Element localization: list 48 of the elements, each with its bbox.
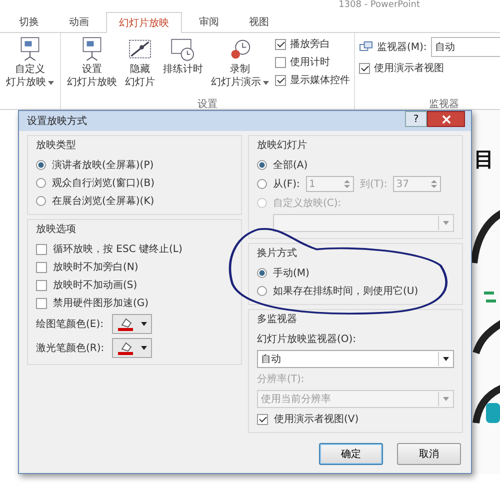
group-title: 放映选项 (36, 222, 77, 236)
checkbox-label: 播放旁白 (290, 38, 330, 51)
ribbon-button[interactable]: 录制 幻灯片演示 (209, 35, 271, 89)
checkbox-label: 放映时不加动画(S) (53, 278, 138, 292)
dialog-button[interactable]: 确定 (319, 443, 383, 465)
ribbon-tab[interactable]: 切换 (6, 11, 52, 32)
checkbox-label: 使用计时 (290, 56, 330, 69)
radio-label: 自定义放映(C): (273, 196, 342, 210)
checkbox-label: 禁用硬件图形加速(G) (53, 296, 149, 310)
dialog-title: 设置放映方式 (27, 114, 87, 128)
radio-label: 演讲者放映(全屏幕)(P) (52, 158, 154, 172)
pen-color-label: 激光笔颜色(R): (36, 342, 104, 355)
monitor-dropdown[interactable]: 自动 (430, 37, 500, 57)
field-label: 幻灯片放映监视器(O): (257, 332, 358, 346)
slide-heading: 目 (473, 146, 495, 173)
ribbon-button[interactable]: 设置 幻灯片放映 (65, 35, 119, 89)
group-title: 多监视器 (257, 312, 298, 326)
window-title: 1308 - PowerPoint (338, 0, 420, 10)
checkbox-label: 循环放映，按 ESC 键终止(L) (53, 242, 182, 256)
group-title: 换片方式 (257, 246, 298, 260)
ribbon-tab[interactable]: 动画 (56, 11, 102, 32)
ribbon-tab[interactable]: 视图 (236, 11, 282, 32)
to-label: 到(T): (360, 178, 388, 191)
monitor-label: 监视器(M): (377, 40, 427, 54)
ribbon-tab[interactable]: 审阅 (186, 11, 232, 32)
radio-label: 观众自行浏览(窗口)(B) (52, 176, 154, 190)
ribbon-button[interactable]: 隐藏 幻灯片 (123, 35, 157, 89)
radio-label: 全部(A) (273, 158, 308, 172)
group-label: 监视器 (428, 98, 460, 109)
checkbox-label: 使用演示者视图(V) (274, 412, 359, 426)
group-title: 放映幻灯片 (257, 138, 308, 152)
dialog-button[interactable]: 取消 (397, 443, 461, 465)
pen-color-label: 绘图笔颜色(E): (36, 318, 104, 331)
field-label: 分辨率(T): (257, 372, 306, 386)
checkbox-label: 使用演示者视图 (374, 62, 444, 75)
help-button[interactable]: ? (405, 111, 427, 127)
group-title: 放映类型 (36, 138, 77, 152)
group-label: 设置 (196, 98, 218, 109)
ribbon-tab[interactable]: 幻灯片放映 (106, 12, 182, 33)
checkbox-label: 放映时不加旁白(N) (53, 260, 138, 274)
radio-label: 从(F): (273, 178, 300, 191)
radio-label: 在展台浏览(全屏幕)(K) (52, 194, 154, 208)
monitor-dropdown[interactable]: 自动 (257, 350, 454, 368)
radio-label: 如果存在排练时间，则使用它(U) (273, 284, 418, 298)
ribbon-button[interactable]: 自定义 灯片放映 (4, 35, 56, 89)
ribbon-button[interactable]: 排练计时 (161, 35, 205, 76)
checkbox-label: 显示媒体控件 (290, 74, 350, 87)
radio-label: 手动(M) (273, 266, 310, 280)
